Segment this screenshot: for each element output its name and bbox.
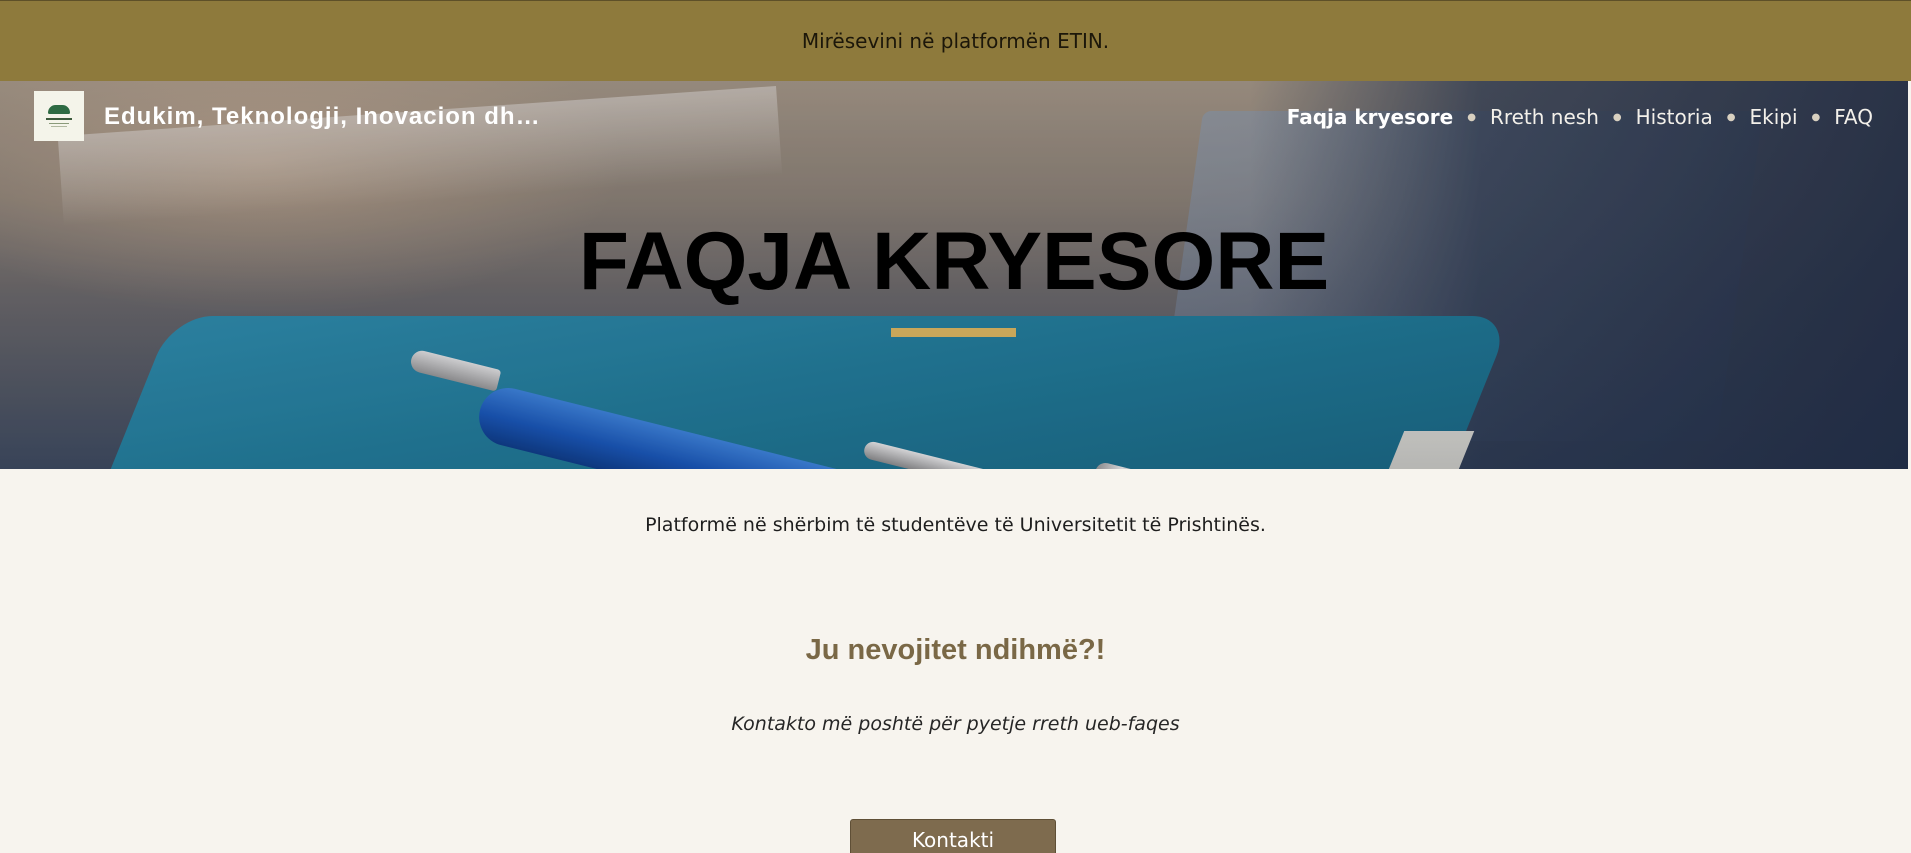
nav-item-about[interactable]: Rreth nesh [1490,100,1599,134]
page-title: FAQJA KRYESORE [578,216,1330,307]
logo-leaf-icon [48,105,70,114]
nav-separator-dot: ● [1612,111,1622,123]
help-subtext: Kontakto më poshtë për pyetje rreth ueb-… [731,713,1180,735]
help-heading: Ju nevojitet ndihmë?! [805,634,1106,666]
page: Mirësevini në platformën ETIN. Edukim, T… [0,0,1911,853]
nav-item-history[interactable]: Historia [1636,100,1713,134]
site-title-link[interactable]: Edukim, Teknologji, Inovacion dh… [104,100,564,134]
logo-line [46,118,72,120]
logo-line [49,123,69,124]
nav-separator-dot: ● [1467,111,1476,123]
nav-item-team[interactable]: Ekipi [1749,100,1797,134]
etin-logo-icon[interactable] [34,91,84,141]
nav-separator-dot: ● [1811,111,1821,123]
title-underline-divider [891,328,1016,337]
tagline-text: Platformë në shërbim të studentëve të Un… [645,514,1266,536]
logo-line [51,126,67,127]
announcement-bar: Mirësevini në platformën ETIN. [0,0,1911,81]
nav-item-home[interactable]: Faqja kryesore [1287,100,1453,134]
nav-separator-dot: ● [1726,111,1736,123]
announcement-text: Mirësevini në platformën ETIN. [801,29,1110,53]
nav-item-faq[interactable]: FAQ [1834,100,1873,134]
main-navigation: Faqja kryesore ● Rreth nesh ● Historia ●… [1287,100,1873,134]
contact-button[interactable]: Kontakti [850,819,1056,853]
